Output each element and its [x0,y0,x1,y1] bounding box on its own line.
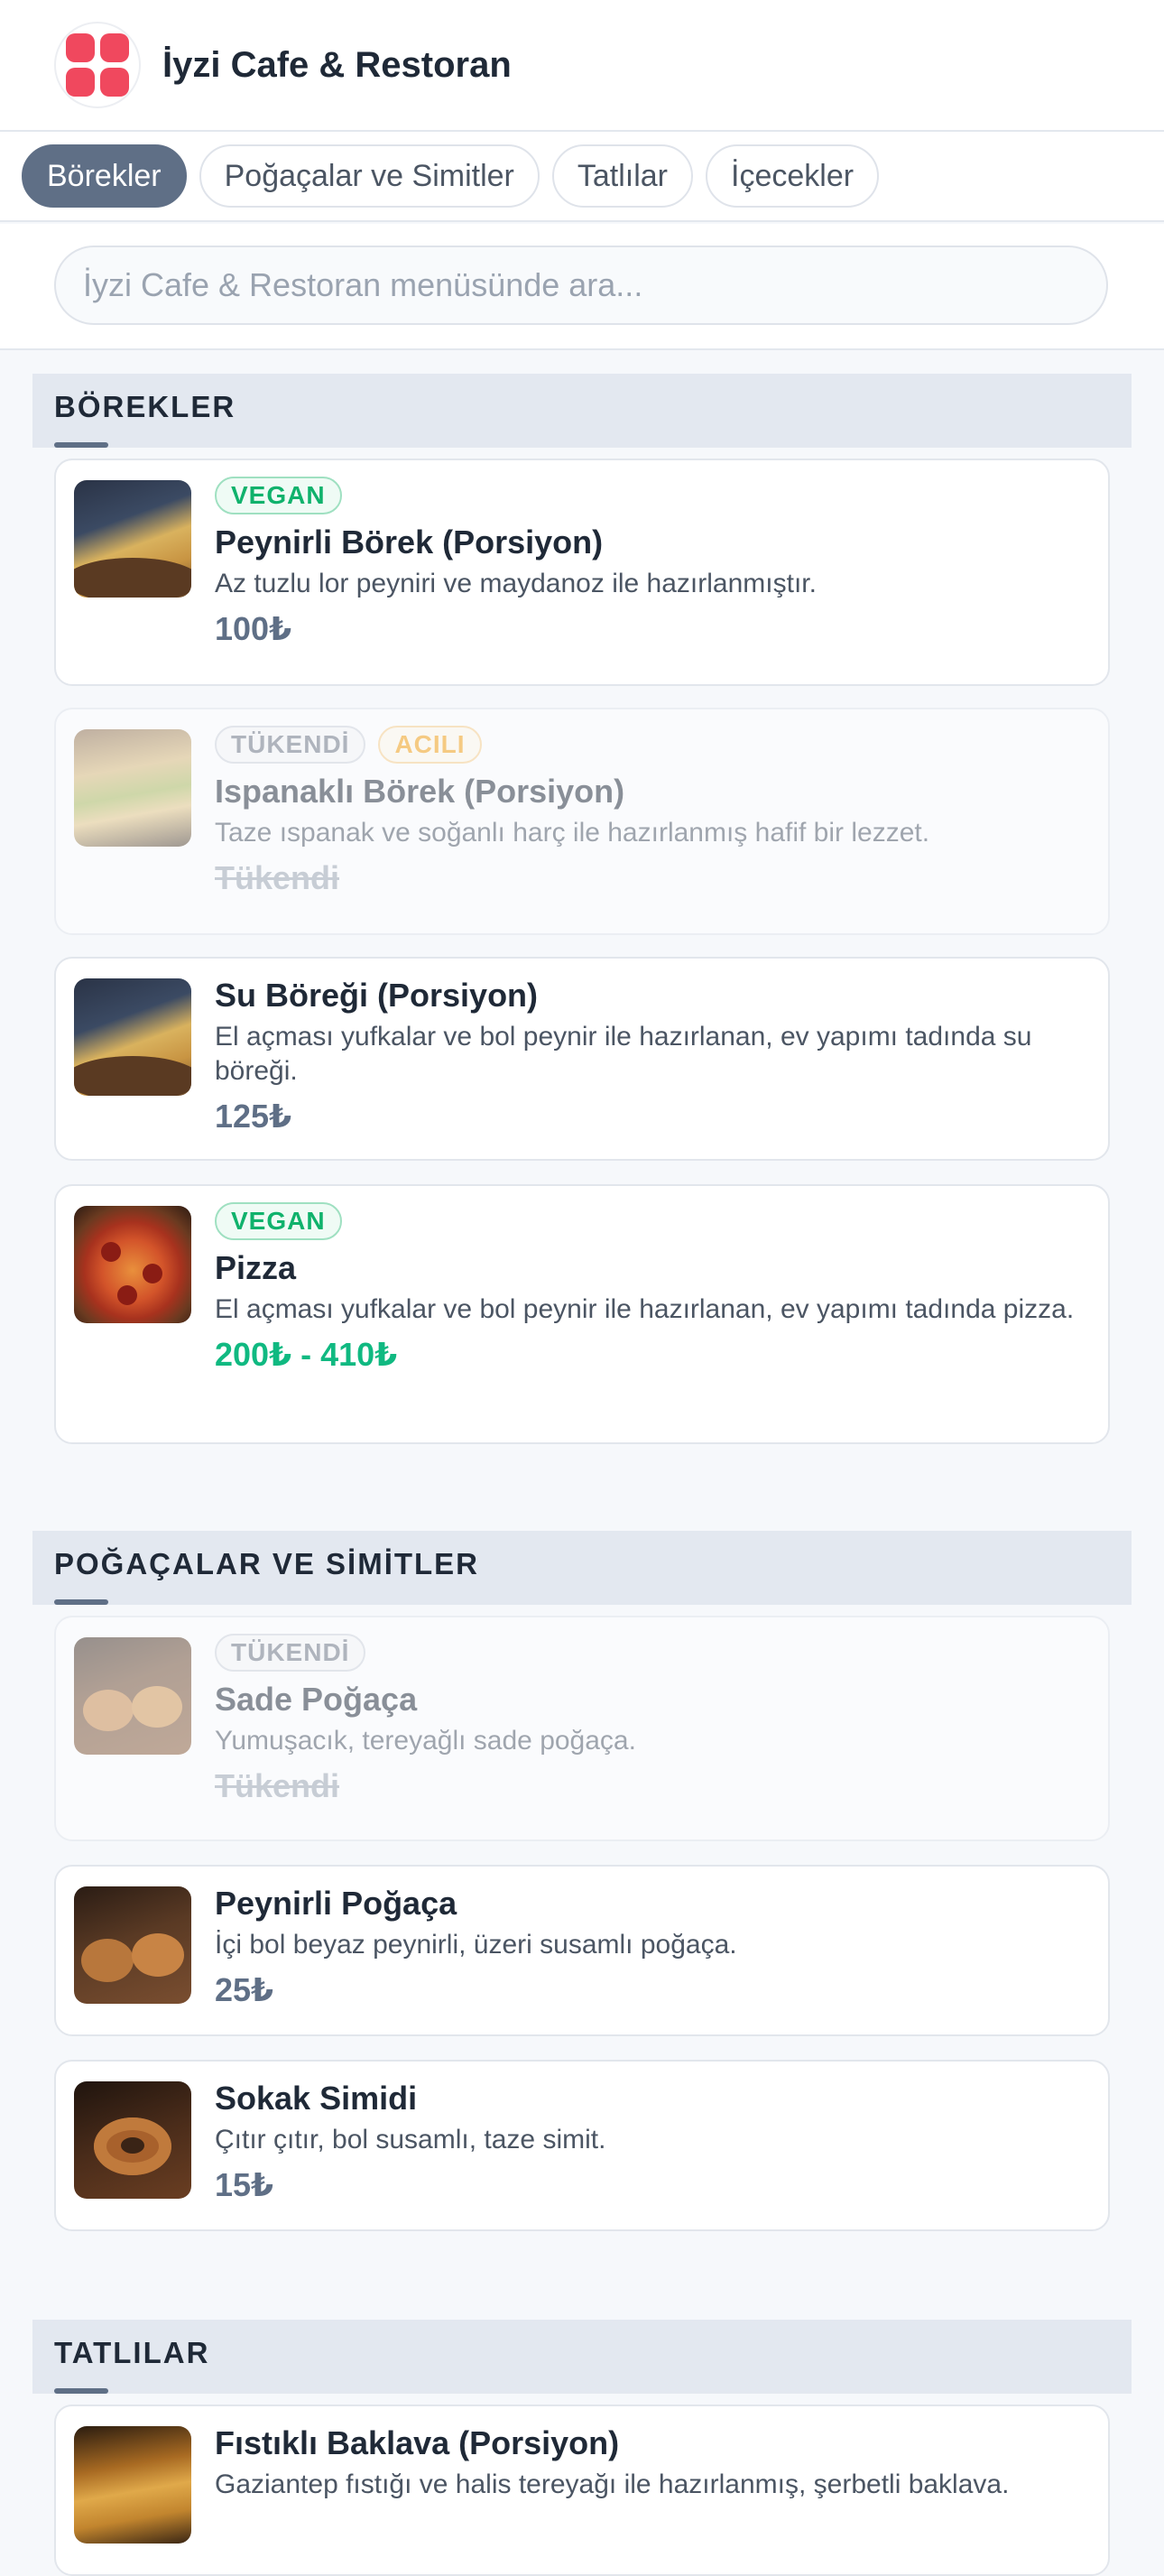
borek-photo [74,480,191,598]
pizza-photo [74,1206,191,1323]
item-description: El açması yufkalar ve bol peynir ile haz… [215,1022,1032,1086]
baklava-photo [74,2426,191,2544]
menu-item-card[interactable]: TÜKENDİ ACILI Ispanaklı Börek (Porsiyon)… [54,708,1110,935]
spicy-badge: ACILI [378,726,482,764]
vegan-badge: VEGAN [215,477,342,514]
badge-list: VEGAN [215,1202,1083,1240]
item-price: Tükendi [215,1767,340,1804]
menu-item-card[interactable]: VEGAN Pizza El açması yufkalar ve bol pe… [54,1184,1110,1444]
item-price: 25₺ [215,1971,274,2008]
section-title: BÖREKLER [54,390,236,423]
item-name: Su Böreği (Porsiyon) [215,977,539,1014]
spinach-borek-photo [74,729,191,847]
borek-photo [74,978,191,1096]
menu-item-card[interactable]: Su Böreği (Porsiyon) El açması yufkalar … [54,957,1110,1161]
menu-item-card[interactable]: Peynirli Poğaça İçi bol beyaz peynirli, … [54,1865,1110,2036]
item-price: 100₺ [215,610,292,647]
section-title: TATLILAR [54,2336,210,2369]
section-header-borekler: BÖREKLER [32,374,1132,448]
section-underline [54,2388,108,2394]
soldout-badge: TÜKENDİ [215,1634,366,1672]
app-title: İyzi Cafe & Restoran [162,44,512,85]
item-price: Tükendi [215,859,340,896]
item-name: Sade Poğaça [215,1681,418,1718]
section-header-tatlilar: TATLILAR [32,2320,1132,2394]
menu-item-card[interactable]: TÜKENDİ Sade Poğaça Yumuşacık, tereyağlı… [54,1616,1110,1841]
section-title: POĞAÇALAR VE SİMİTLER [54,1547,480,1580]
item-name: Ispanaklı Börek (Porsiyon) [215,773,625,810]
menu-item-card[interactable]: Sokak Simidi Çıtır çıtır, bol susamlı, t… [54,2060,1110,2231]
item-description: El açması yufkalar ve bol peynir ile haz… [215,1294,1075,1324]
item-description: Çıtır çıtır, bol susamlı, taze simit. [215,2125,606,2154]
soldout-badge: TÜKENDİ [215,726,366,764]
pogaca-photo [74,1637,191,1755]
item-name: Sokak Simidi [215,2080,418,2117]
section-underline [54,442,108,448]
item-description: Yumuşacık, tereyağlı sade poğaça. [215,1726,636,1756]
app-header: İyzi Cafe & Restoran [0,0,1164,132]
badge-list: VEGAN [215,477,1083,514]
section-underline [54,1599,108,1605]
item-description: Gaziantep fıstığı ve halis tereyağı ile … [215,2469,1010,2499]
tab-pogacalar-ve-simitler[interactable]: Poğaçalar ve Simitler [199,144,540,208]
item-name: Fıstıklı Baklava (Porsiyon) [215,2424,620,2461]
pogaca-photo [74,1886,191,2004]
search-input[interactable] [54,246,1108,325]
tab-borekler[interactable]: Börekler [22,144,187,208]
menu-item-card[interactable]: VEGAN Peynirli Börek (Porsiyon) Az tuzlu… [54,459,1110,686]
item-name: Pizza [215,1249,297,1286]
vegan-badge: VEGAN [215,1202,342,1240]
search-bar [0,224,1164,350]
item-description: Az tuzlu lor peyniri ve maydanoz ile haz… [215,569,817,598]
badge-list: TÜKENDİ [215,1634,1083,1672]
item-description: Taze ıspanak ve soğanlı harç ile hazırla… [215,818,930,848]
tab-tatlilar[interactable]: Tatlılar [551,144,693,208]
app-logo [54,22,141,108]
section-header-pogacalar: POĞAÇALAR VE SİMİTLER [32,1531,1132,1605]
item-name: Peynirli Börek (Porsiyon) [215,524,604,561]
item-description: İçi bol beyaz peynirli, üzeri susamlı po… [215,1930,737,1960]
item-price: 125₺ [215,1098,292,1135]
category-tabs: Börekler Poğaçalar ve Simitler Tatlılar … [0,132,1164,222]
menu-item-card[interactable]: Fıstıklı Baklava (Porsiyon) Gaziantep fı… [54,2405,1110,2576]
simit-photo [74,2081,191,2199]
item-name: Peynirli Poğaça [215,1885,457,1922]
item-price: 200₺ - 410₺ [215,1336,398,1373]
badge-list: TÜKENDİ ACILI [215,726,1083,764]
tab-icecekler[interactable]: İçecekler [706,144,880,208]
item-price: 15₺ [215,2166,274,2203]
